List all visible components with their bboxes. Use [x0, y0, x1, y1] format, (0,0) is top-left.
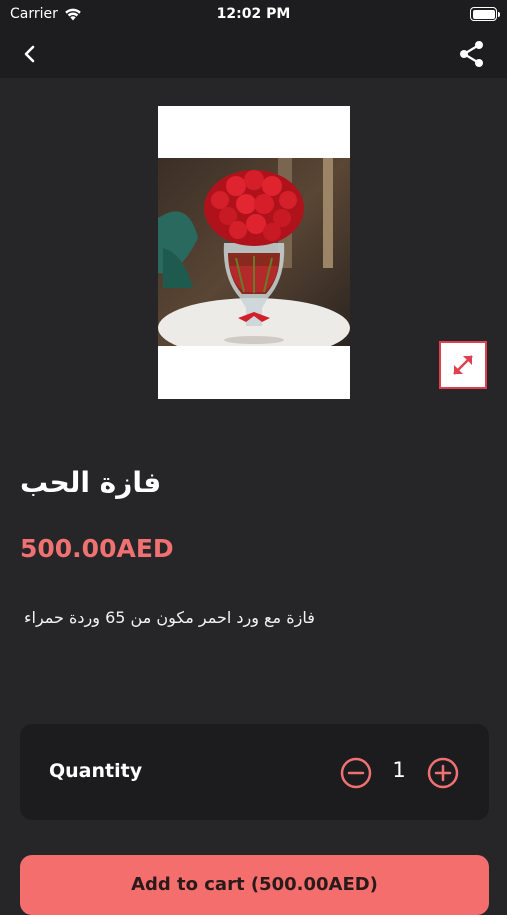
product-photo — [158, 158, 350, 346]
product-price: 500.00AED — [20, 534, 174, 563]
clock: 12:02 PM — [216, 6, 291, 22]
plus-circle-icon[interactable] — [427, 757, 459, 789]
add-to-cart-button[interactable]: Add to cart (500.00AED) — [20, 855, 489, 915]
quantity-label: Quantity — [49, 760, 143, 782]
chevron-left-icon[interactable] — [18, 42, 42, 66]
quantity-card: Quantity 1 — [20, 724, 489, 820]
product-image[interactable] — [158, 106, 350, 399]
quantity-value: 1 — [392, 758, 406, 782]
share-icon[interactable] — [459, 40, 485, 68]
add-to-cart-label: Add to cart (500.00AED) — [131, 874, 378, 895]
expand-icon — [453, 355, 473, 375]
nav-bar — [0, 30, 507, 78]
minus-circle-icon[interactable] — [340, 757, 372, 789]
battery-icon — [470, 7, 500, 21]
status-bar: Carrier 12:02 PM — [0, 0, 507, 30]
product-description: فازة مع ورد احمر مكون من 65 وردة حمراء — [24, 608, 315, 627]
product-title: فازة الحب — [20, 466, 162, 499]
expand-image-button[interactable] — [439, 341, 487, 389]
